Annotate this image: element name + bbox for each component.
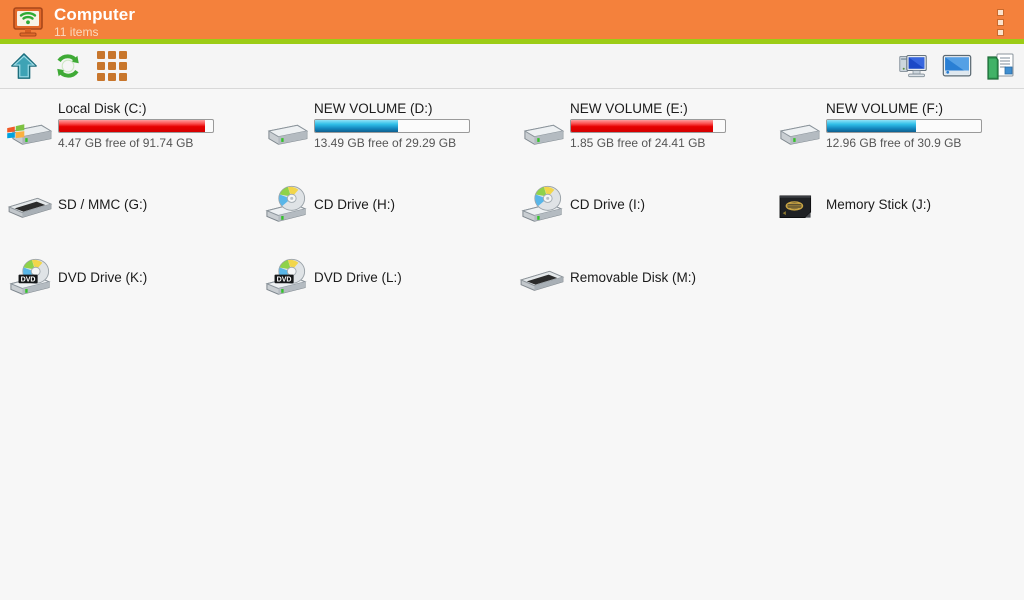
drive-name: Removable Disk (M:): [570, 270, 697, 285]
drive-info: CD Drive (H:): [312, 197, 395, 212]
drive-info: Removable Disk (M:): [568, 270, 696, 285]
capacity-bar-fill: [571, 120, 713, 132]
grid-cell: [119, 62, 127, 70]
drive-name: SD / MMC (G:): [58, 197, 148, 212]
toolbar-right-group: [898, 44, 1016, 89]
grid-cell: [97, 51, 105, 59]
drive-info: NEW VOLUME (F:) 12.96 GB free of 30.9 GB: [824, 95, 982, 150]
grid-cell: [119, 51, 127, 59]
drive-free-text: 13.49 GB free of 29.29 GB: [314, 136, 457, 150]
drive-item-j[interactable]: Memory Stick (J:): [768, 168, 1024, 241]
grid-cell: [108, 51, 116, 59]
drive-name: DVD Drive (L:): [314, 270, 402, 285]
hard-disk-icon: [260, 105, 312, 157]
grid-view-icon[interactable]: [94, 48, 130, 84]
overflow-dot: [996, 8, 1004, 16]
drive-info: Local Disk (C:) 4.47 GB free of 91.74 GB: [56, 95, 214, 150]
drive-item-e[interactable]: NEW VOLUME (E:) 1.85 GB free of 24.41 GB: [512, 95, 768, 168]
hard-disk-icon: [516, 105, 568, 157]
dvd-drive-icon: DVD: [260, 252, 312, 304]
dvd-drive-icon: DVD: [4, 252, 56, 304]
drive-item-m[interactable]: Removable Disk (M:): [512, 241, 768, 314]
svg-text:DVD: DVD: [21, 276, 36, 283]
documents-folder-icon[interactable]: [986, 49, 1016, 85]
toolbar-left-group: [6, 48, 130, 84]
drive-item-d[interactable]: NEW VOLUME (D:) 13.49 GB free of 29.29 G…: [256, 95, 512, 168]
grid-cell: [97, 73, 105, 81]
drive-item-l[interactable]: DVD DVD Drive (L:): [256, 241, 512, 314]
capacity-bar-fill: [59, 120, 206, 132]
card-reader-icon: [4, 179, 56, 231]
capacity-bar-fill: [827, 120, 917, 132]
drive-row: SD / MMC (G:) CD Drive (H:) CD Drive (I:…: [0, 168, 1024, 241]
computer-monitor-icon: [12, 6, 44, 38]
drive-info: DVD Drive (K:): [56, 270, 147, 285]
app-header: Computer 11 items: [0, 0, 1024, 44]
card-reader-icon: [516, 252, 568, 304]
drive-row: Local Disk (C:) 4.47 GB free of 91.74 GB…: [0, 95, 1024, 168]
svg-text:DVD: DVD: [277, 276, 292, 283]
item-count: 11 items: [54, 24, 99, 39]
drive-info: NEW VOLUME (D:) 13.49 GB free of 29.29 G…: [312, 95, 470, 150]
hard-disk-icon: [772, 105, 824, 157]
drive-name: Memory Stick (J:): [826, 197, 932, 212]
drive-item-c[interactable]: Local Disk (C:) 4.47 GB free of 91.74 GB: [0, 95, 256, 168]
dvd-badge: DVD: [274, 274, 294, 283]
drive-item-k[interactable]: DVD DVD Drive (K:): [0, 241, 256, 314]
dvd-badge: DVD: [18, 274, 38, 283]
drive-name: CD Drive (I:): [570, 197, 645, 212]
capacity-bar-fill: [315, 120, 399, 132]
hard-disk-windows-icon: [4, 105, 56, 157]
drive-info: CD Drive (I:): [568, 197, 645, 212]
drive-name: CD Drive (H:): [314, 197, 395, 212]
drive-item-i[interactable]: CD Drive (I:): [512, 168, 768, 241]
capacity-bar: [58, 119, 214, 133]
drive-grid-empty-cell: [768, 241, 1024, 314]
grid-cell: [108, 62, 116, 70]
capacity-bar: [570, 119, 726, 133]
overflow-dot: [996, 18, 1004, 26]
capacity-bar: [826, 119, 982, 133]
overflow-dot: [996, 28, 1004, 36]
refresh-icon[interactable]: [50, 48, 86, 84]
grid-cell: [108, 73, 116, 81]
drive-item-h[interactable]: CD Drive (H:): [256, 168, 512, 241]
cd-drive-icon: [516, 179, 568, 231]
drive-info: Memory Stick (J:): [824, 197, 931, 212]
drive-name: NEW VOLUME (F:): [826, 101, 943, 116]
drive-name: NEW VOLUME (D:): [314, 101, 433, 116]
cd-drive-icon: [260, 179, 312, 231]
drive-row: DVD DVD Drive (K:) DVD DVD Drive (L:) Re…: [0, 241, 1024, 314]
memory-stick-icon: [772, 179, 824, 231]
grid-cell: [119, 73, 127, 81]
drive-info: DVD Drive (L:): [312, 270, 402, 285]
drive-name: NEW VOLUME (E:): [570, 101, 688, 116]
header-title-block: Computer 11 items: [54, 4, 136, 39]
drive-item-f[interactable]: NEW VOLUME (F:) 12.96 GB free of 30.9 GB: [768, 95, 1024, 168]
my-computer-icon[interactable]: [898, 49, 928, 85]
drive-info: SD / MMC (G:): [56, 197, 147, 212]
grid-cell: [97, 62, 105, 70]
drive-free-text: 4.47 GB free of 91.74 GB: [58, 136, 194, 150]
drive-name: DVD Drive (K:): [58, 270, 148, 285]
drive-free-text: 1.85 GB free of 24.41 GB: [570, 136, 706, 150]
drive-name: Local Disk (C:): [58, 101, 147, 116]
drive-free-text: 12.96 GB free of 30.9 GB: [826, 136, 962, 150]
drive-info: NEW VOLUME (E:) 1.85 GB free of 24.41 GB: [568, 95, 726, 150]
overflow-menu-icon[interactable]: [990, 6, 1010, 38]
up-arrow-icon[interactable]: [6, 48, 42, 84]
toolbar: [0, 44, 1024, 89]
page-title: Computer: [54, 4, 136, 24]
drive-item-g[interactable]: SD / MMC (G:): [0, 168, 256, 241]
capacity-bar: [314, 119, 470, 133]
desktop-icon[interactable]: [942, 49, 972, 85]
drive-grid: Local Disk (C:) 4.47 GB free of 91.74 GB…: [0, 89, 1024, 600]
